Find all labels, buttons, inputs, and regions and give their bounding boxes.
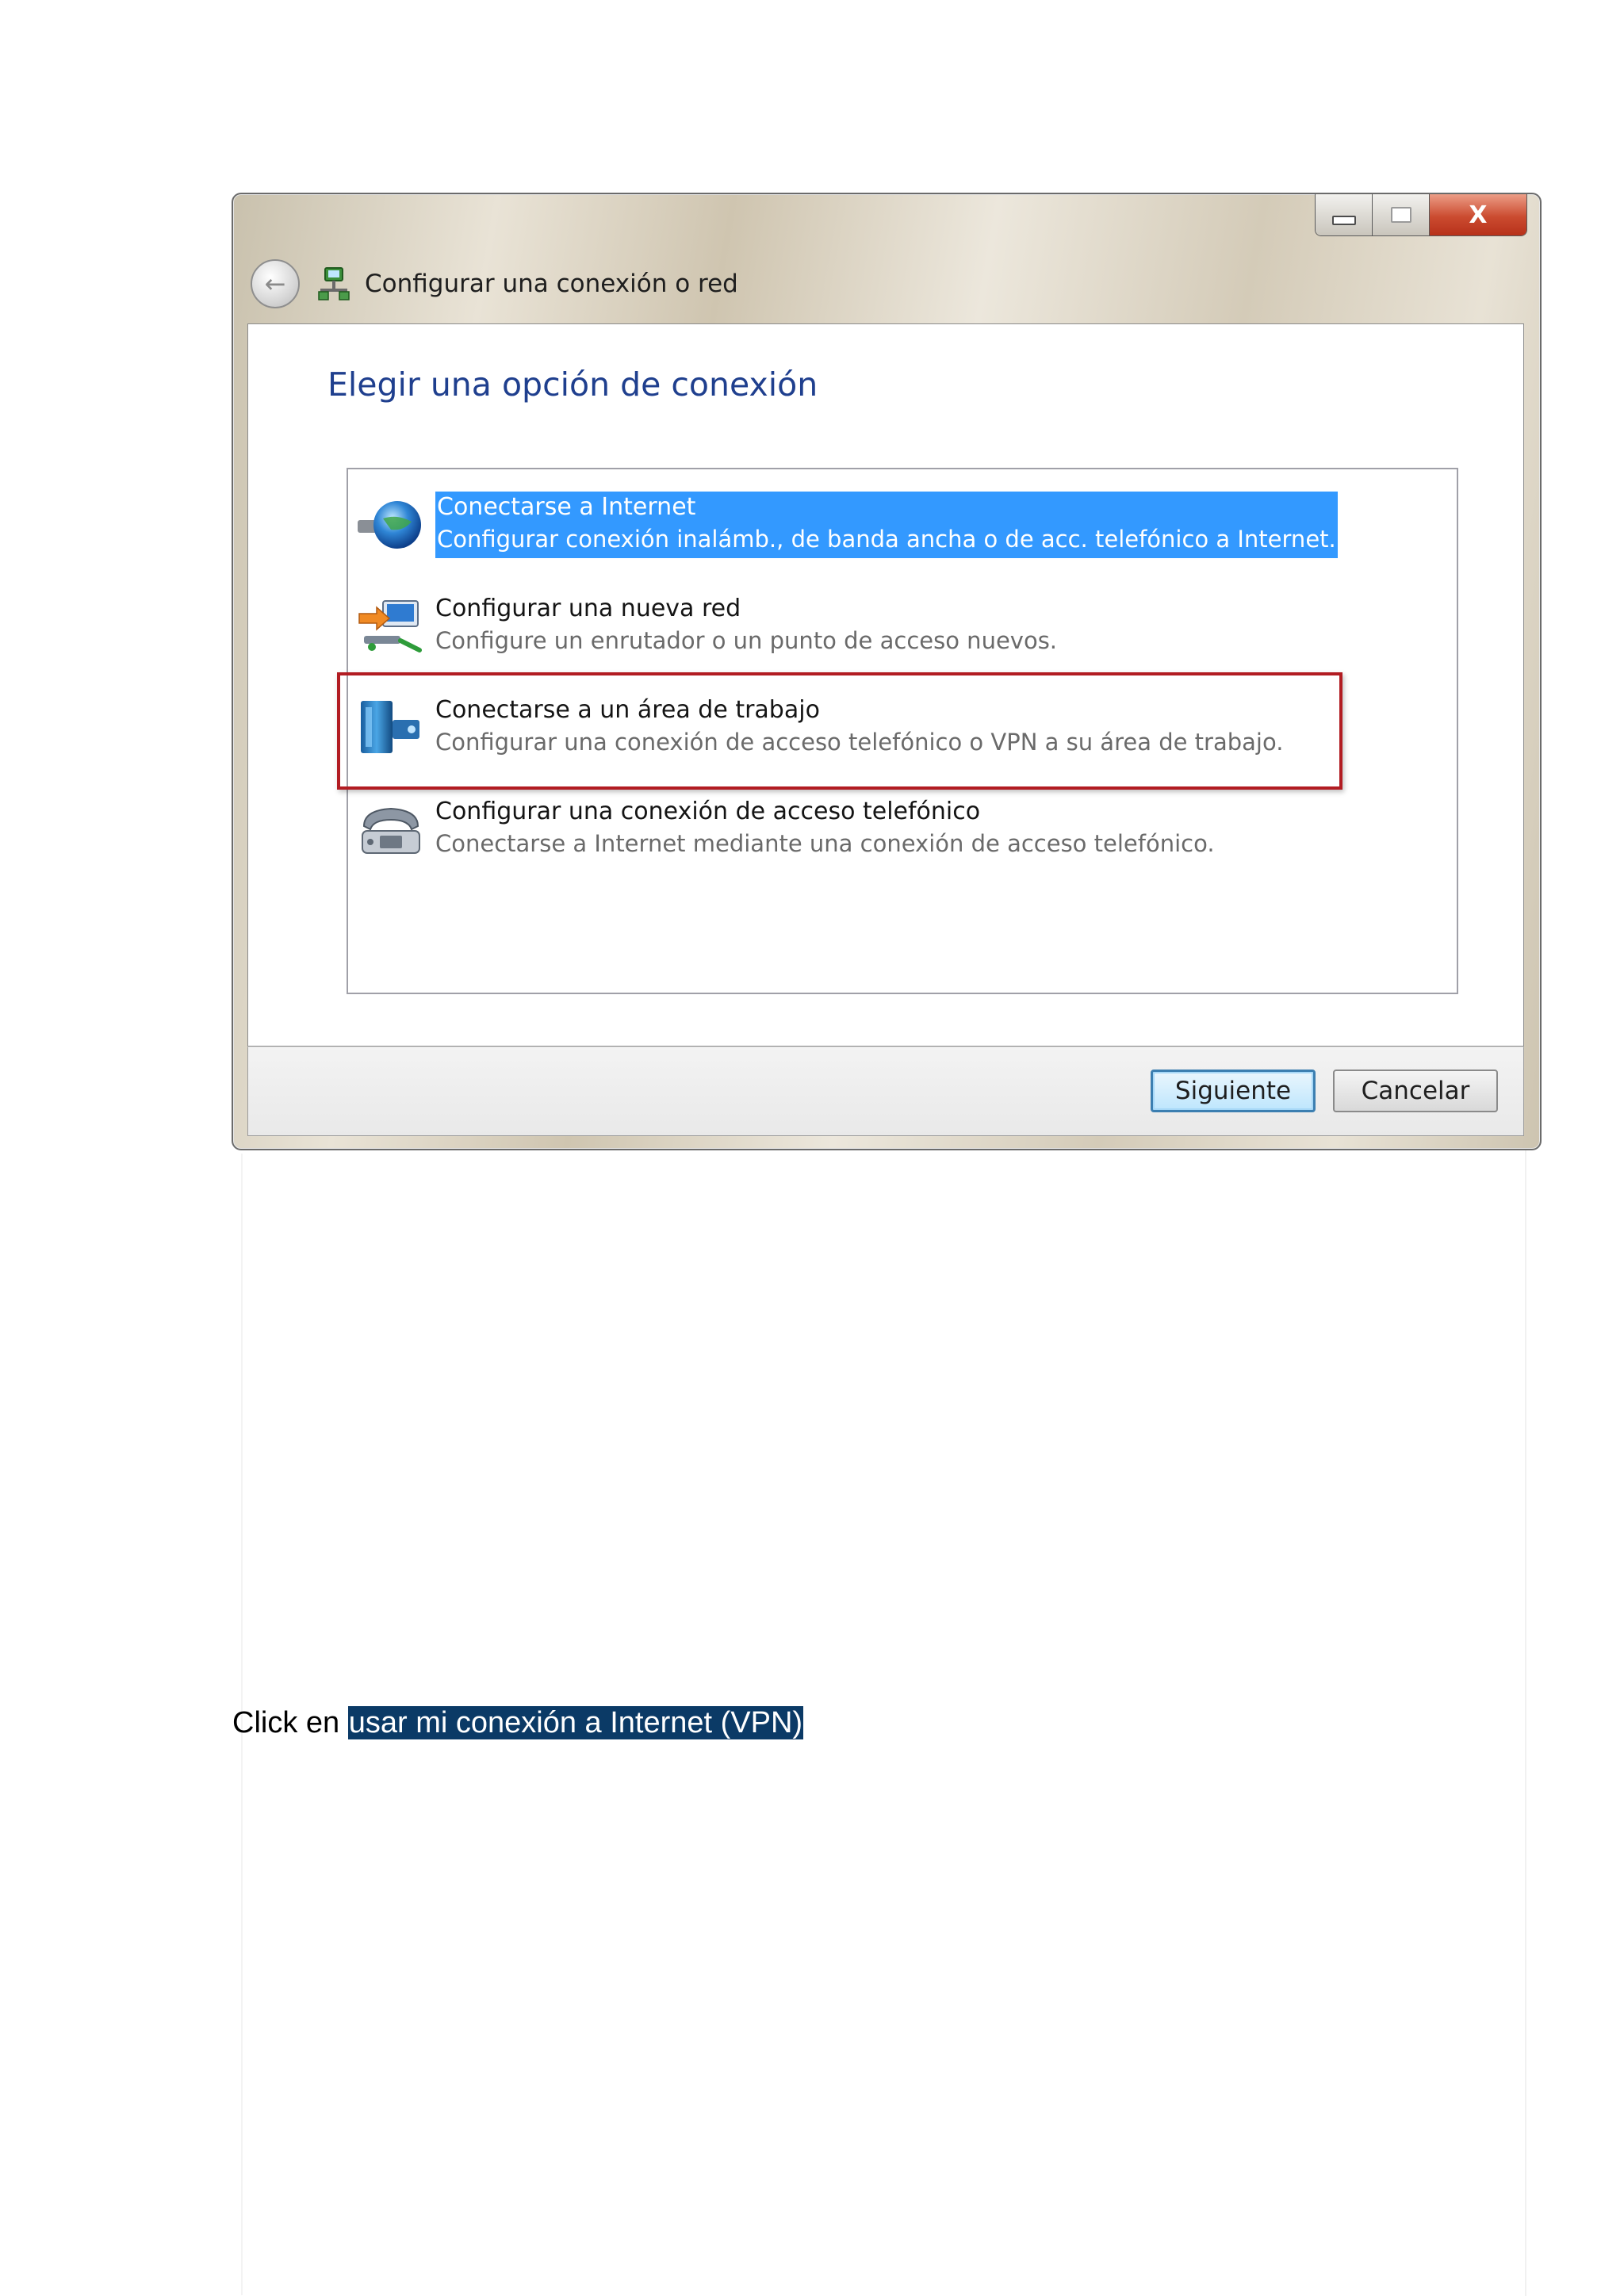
- back-button[interactable]: ←: [251, 259, 300, 308]
- annotation-highlight-box: [337, 672, 1342, 790]
- page-title: Elegir una opción de conexión: [327, 365, 818, 404]
- next-button[interactable]: Siguiente: [1151, 1070, 1316, 1112]
- option-title: Configurar una nueva red: [435, 595, 741, 622]
- new-network-icon: [358, 600, 422, 652]
- wizard-footer: Siguiente Cancelar: [247, 1047, 1524, 1136]
- caption-buttons: X: [1315, 194, 1527, 236]
- title-bar: ← Configurar una conexión o red: [251, 256, 738, 312]
- option-title: Configurar una conexión de acceso telefó…: [435, 798, 981, 825]
- option-title: Conectarse a Internet: [437, 493, 696, 521]
- minimize-icon: [1331, 216, 1356, 225]
- cancel-button[interactable]: Cancelar: [1333, 1070, 1498, 1112]
- connection-options-list[interactable]: Conectarse a Internet Configurar conexió…: [337, 468, 1458, 994]
- connection-wizard-window: X ← Configurar una conexión o red Elegir…: [232, 193, 1542, 1150]
- minimize-button[interactable]: [1316, 194, 1373, 235]
- globe-network-icon: [358, 501, 421, 549]
- maximize-icon: [1390, 207, 1411, 223]
- network-setup-icon: [318, 267, 350, 300]
- option-description: Configurar conexión inalámb., de banda a…: [437, 526, 1336, 553]
- option-description: Conectarse a Internet mediante una conex…: [435, 830, 1215, 857]
- option-text: Configurar una nueva red Configure un en…: [435, 593, 1057, 656]
- maximize-button[interactable]: [1373, 194, 1430, 235]
- close-button[interactable]: X: [1430, 194, 1526, 235]
- option-text: Configurar una conexión de acceso telefó…: [435, 796, 1215, 859]
- option-description: Configure un enrutador o un punto de acc…: [435, 627, 1058, 654]
- back-arrow-icon: ←: [264, 269, 286, 299]
- wizard-content: Elegir una opción de conexión Conectarse…: [247, 323, 1524, 1047]
- instruction-text: Click en usar mi conexión a Internet (VP…: [232, 1706, 804, 1740]
- option-text: Conectarse a Internet Configurar conexió…: [435, 492, 1338, 558]
- window-title: Configurar una conexión o red: [365, 270, 738, 298]
- instruction-highlighted: usar mi conexión a Internet (VPN): [347, 1706, 804, 1739]
- telephone-modem-icon: [362, 807, 420, 854]
- close-icon: X: [1469, 201, 1488, 229]
- instruction-prefix: Click en: [232, 1706, 348, 1739]
